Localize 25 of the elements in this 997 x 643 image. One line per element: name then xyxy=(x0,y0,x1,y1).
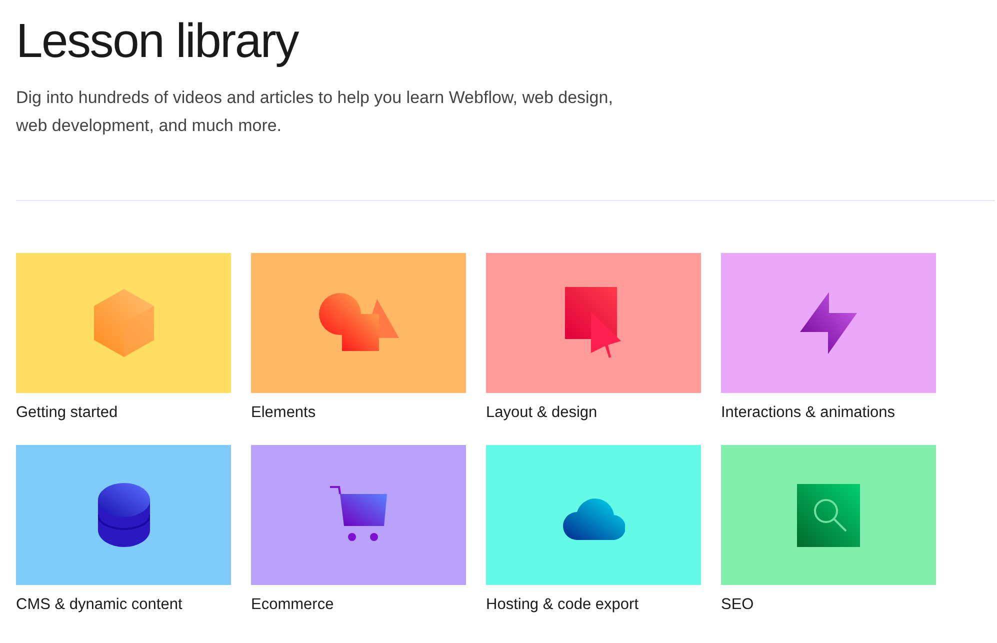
category-thumbnail[interactable] xyxy=(486,253,701,393)
category-link[interactable]: Layout & design xyxy=(486,403,598,423)
category-thumbnail[interactable] xyxy=(251,253,466,393)
category-link[interactable]: SEO xyxy=(721,595,754,615)
search-icon xyxy=(797,484,860,546)
cart-icon xyxy=(330,486,388,544)
page-description: Dig into hundreds of videos and articles to help you learn Webflow, web design, web development, and much more. xyxy=(16,87,614,137)
shapes-icon xyxy=(318,293,398,353)
cube-icon xyxy=(94,289,154,357)
cursor-icon xyxy=(564,287,622,359)
category-link[interactable]: Ecommerce xyxy=(251,595,334,615)
category-thumbnail[interactable] xyxy=(486,445,701,585)
category-thumbnail[interactable] xyxy=(721,445,936,585)
lightning-icon xyxy=(800,292,858,354)
category-thumbnail[interactable] xyxy=(16,253,231,393)
database-icon xyxy=(98,483,150,547)
category-thumbnail[interactable] xyxy=(721,253,936,393)
category-link[interactable]: Getting started xyxy=(16,403,118,423)
category-link[interactable]: CMS & dynamic content xyxy=(16,595,182,615)
category-thumbnail[interactable] xyxy=(16,445,231,585)
category-thumbnail[interactable] xyxy=(251,445,466,585)
category-link[interactable]: Hosting & code export xyxy=(486,595,639,615)
category-link[interactable]: Elements xyxy=(251,403,316,423)
page-title: Lesson library xyxy=(16,14,298,70)
category-link[interactable]: Interactions & animations xyxy=(721,403,896,423)
